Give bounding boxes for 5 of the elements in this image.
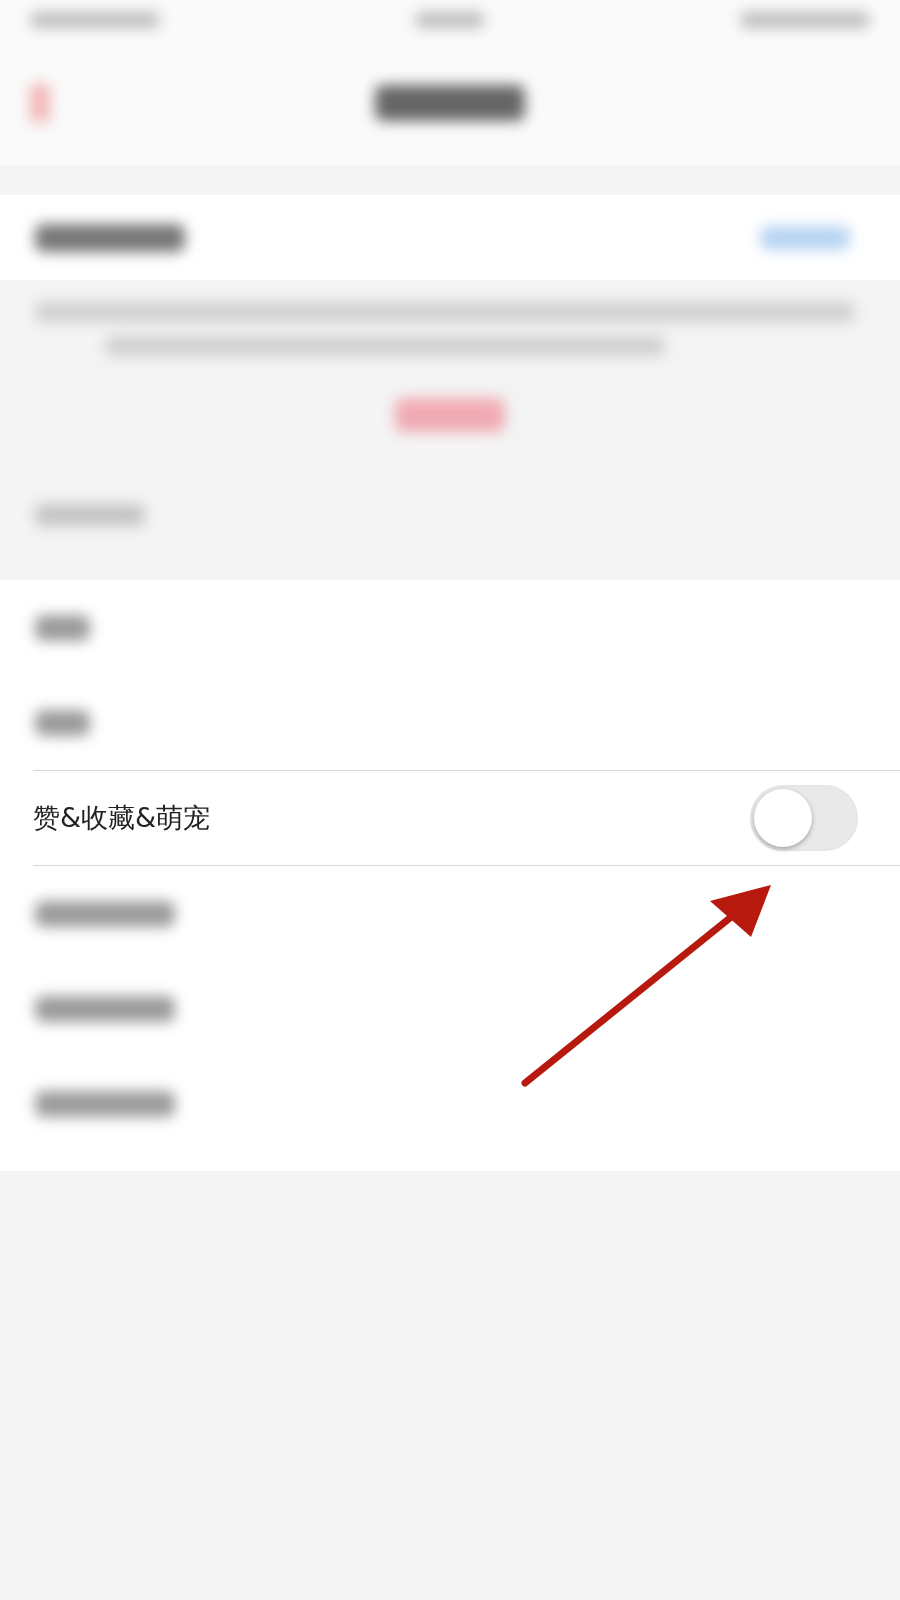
blurred-text: [35, 614, 90, 641]
setting-label: 赞&收藏&萌宠: [33, 801, 211, 835]
blurred-text: [35, 709, 90, 736]
blurred-text: [415, 12, 485, 28]
blurred-icon: [30, 82, 50, 123]
